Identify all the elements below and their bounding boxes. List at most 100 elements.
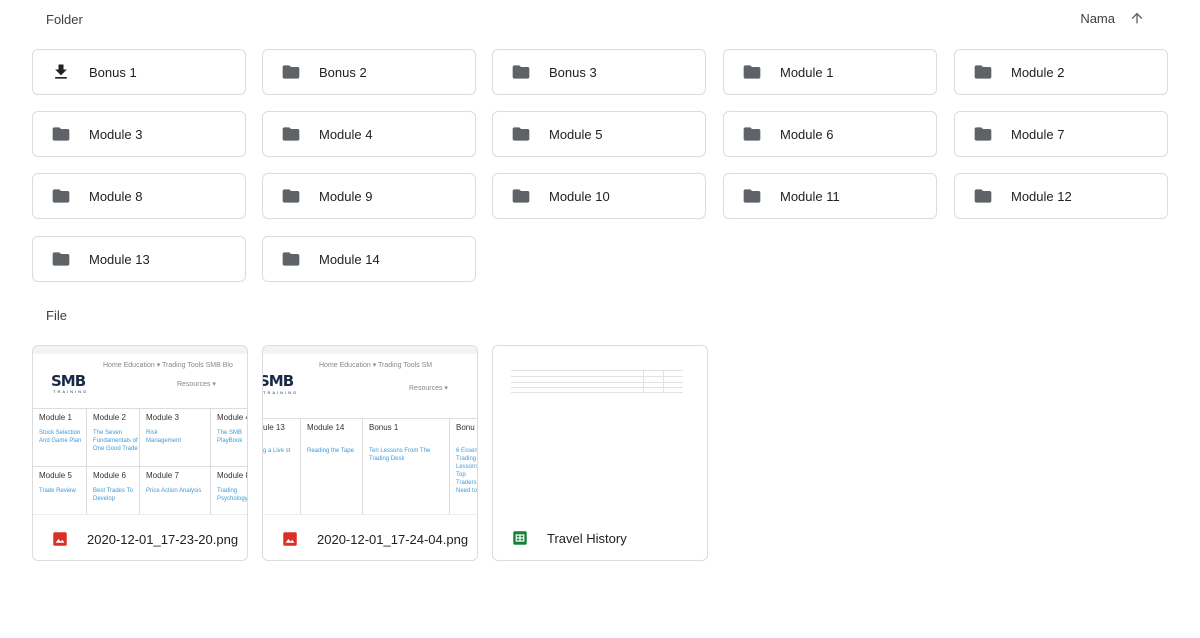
folder-module-5[interactable]: Module 5: [492, 111, 706, 157]
folder-module-11[interactable]: Module 11: [723, 173, 937, 219]
folder-module-6[interactable]: Module 6: [723, 111, 937, 157]
file-thumbnail-sheet: [493, 346, 707, 514]
folder-module-4[interactable]: Module 4: [262, 111, 476, 157]
thumb-cell: Bonus 1 Ten Lessons From The Trading Desk: [363, 418, 450, 514]
thumb-cell: Module 4 The SMB PlayBook: [211, 408, 247, 466]
folder-name: Module 6: [780, 126, 834, 142]
folder-bonus-2[interactable]: Bonus 2: [262, 49, 476, 95]
folder-module-2[interactable]: Module 2: [954, 49, 1168, 95]
folder-icon: [742, 62, 762, 82]
folder-name: Module 4: [319, 126, 373, 142]
folder-section-label: Folder: [46, 12, 83, 27]
file-card-1[interactable]: Home Education ▾ Trading Tools SMB Blo R…: [32, 345, 248, 561]
folder-icon: [281, 62, 301, 82]
folder-module-10[interactable]: Module 10: [492, 173, 706, 219]
folder-icon: [973, 124, 993, 144]
thumb-browser-bar: [263, 346, 477, 354]
folder-icon: [973, 186, 993, 206]
file-card-2[interactable]: Home Education ▾ Trading Tools SM Resour…: [262, 345, 478, 561]
arrow-up-icon: [1131, 12, 1143, 24]
thumb-logo: SMB: [263, 372, 294, 390]
folder-name: Module 14: [319, 251, 380, 267]
file-section-label: File: [46, 308, 67, 323]
folder-icon: [281, 124, 301, 144]
sort-control[interactable]: Nama: [1080, 10, 1145, 26]
folder-name: Module 8: [89, 188, 143, 204]
folder-name: Module 13: [89, 251, 150, 267]
thumb-browser-bar: [33, 346, 247, 354]
folder-icon: [51, 186, 71, 206]
folder-module-1[interactable]: Module 1: [723, 49, 937, 95]
sheet-row-line: [511, 376, 683, 377]
file-footer: 2020-12-01_17-24-04.png: [263, 514, 477, 560]
folder-name: Module 3: [89, 126, 143, 142]
thumb-cell: Module 14 Reading the Tape: [301, 418, 363, 514]
folder-name: Bonus 2: [319, 64, 367, 80]
folder-icon: [511, 124, 531, 144]
thumb-cell: Module 5 Trade Review: [33, 466, 87, 514]
folder-name: Module 7: [1011, 126, 1065, 142]
folder-bonus-1[interactable]: Bonus 1: [32, 49, 246, 95]
folder-module-13[interactable]: Module 13: [32, 236, 246, 282]
image-file-icon: [283, 532, 297, 546]
thumb-cell: Module 1 Stock Selection And Game Plan: [33, 408, 87, 466]
folder-module-14[interactable]: Module 14: [262, 236, 476, 282]
file-footer: Travel History: [493, 514, 707, 560]
folder-module-9[interactable]: Module 9: [262, 173, 476, 219]
image-file-icon: [53, 532, 67, 546]
folder-icon: [51, 124, 71, 144]
file-name: 2020-12-01_17-24-04.png: [317, 531, 469, 547]
folder-icon: [511, 62, 531, 82]
folder-icon: [742, 124, 762, 144]
folder-icon: [281, 186, 301, 206]
sheet-row-line: [511, 370, 683, 371]
sheet-col-line: [663, 370, 664, 392]
folder-module-8[interactable]: Module 8: [32, 173, 246, 219]
sheet-row-line: [511, 387, 683, 388]
thumb-logo-sub: TRAINING: [53, 389, 89, 394]
thumb-cell: Module 6 Best Trades To Develop: [87, 466, 140, 514]
thumb-cell: ule 13 g a Live st: [263, 418, 301, 514]
spreadsheet-icon: [513, 531, 527, 545]
file-thumbnail: Home Education ▾ Trading Tools SMB Blo R…: [33, 346, 247, 514]
folder-name: Module 12: [1011, 188, 1072, 204]
folder-name: Bonus 3: [549, 64, 597, 80]
folder-bonus-3[interactable]: Bonus 3: [492, 49, 706, 95]
thumb-nav: Home Education ▾ Trading Tools SM: [319, 362, 433, 369]
download-icon: [51, 62, 71, 82]
sort-label: Nama: [1080, 10, 1115, 26]
folder-module-7[interactable]: Module 7: [954, 111, 1168, 157]
folder-name: Module 2: [1011, 64, 1065, 80]
folder-icon: [742, 186, 762, 206]
thumb-nav-resources: Resources ▾: [409, 385, 448, 392]
thumb-nav: Home Education ▾ Trading Tools SMB Blo: [103, 362, 233, 369]
thumb-cell: Module 2 The Seven Fundamentals of One Go…: [87, 408, 140, 466]
thumb-nav-resources: Resources ▾: [177, 381, 216, 388]
thumb-cell: Module 7 Price Action Analysis: [140, 466, 211, 514]
thumb-cell: Module 8 Trading Psychology: [211, 466, 247, 514]
sheet-col-line: [643, 370, 644, 392]
thumb-logo-sub: TRAINING: [263, 390, 299, 395]
file-card-3[interactable]: Travel History: [492, 345, 708, 561]
folder-module-3[interactable]: Module 3: [32, 111, 246, 157]
folder-name: Module 1: [780, 64, 834, 80]
folder-name: Module 9: [319, 188, 373, 204]
sheet-row-line: [511, 392, 683, 393]
folder-icon: [281, 249, 301, 269]
file-footer: 2020-12-01_17-23-20.png: [33, 514, 247, 560]
sheet-row-line: [511, 382, 683, 383]
folder-icon: [973, 62, 993, 82]
folder-icon: [51, 249, 71, 269]
folder-name: Bonus 1: [89, 64, 137, 80]
thumb-cell: Module 3 Risk Management: [140, 408, 211, 466]
folder-name: Module 5: [549, 126, 603, 142]
file-thumbnail: Home Education ▾ Trading Tools SM Resour…: [263, 346, 477, 514]
file-name: Travel History: [547, 530, 627, 546]
folder-icon: [511, 186, 531, 206]
folder-module-12[interactable]: Module 12: [954, 173, 1168, 219]
folder-name: Module 10: [549, 188, 610, 204]
file-name: 2020-12-01_17-23-20.png: [87, 531, 239, 547]
folder-name: Module 11: [780, 188, 840, 204]
thumb-logo: SMB: [51, 372, 86, 390]
thumb-cell: Bonu 6 Essen Trading Lessons Top Traders …: [450, 418, 477, 514]
